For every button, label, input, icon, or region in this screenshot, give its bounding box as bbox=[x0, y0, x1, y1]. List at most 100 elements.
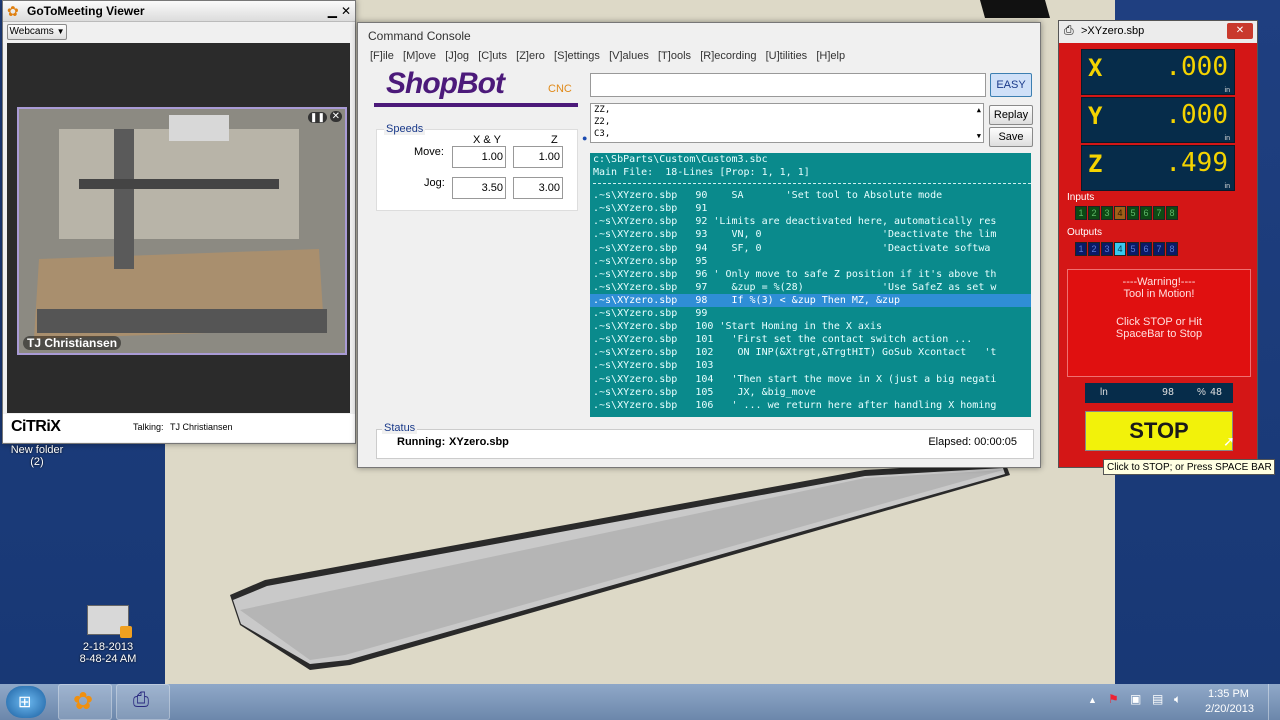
readout-window: ⎙ >XYzero.sbp ✕ X .000 in Y .000 in Z .4… bbox=[1058, 20, 1258, 468]
gotomeeting-titlebar[interactable]: ✿ GoToMeeting Viewer ▁ ✕ bbox=[3, 1, 355, 22]
speeds-panel: Speeds X & Y Z Move: Jog: 1.00 1.00 3.50… bbox=[376, 123, 578, 211]
readout-close-icon[interactable]: ✕ bbox=[1227, 23, 1253, 39]
volume-icon[interactable]: 🔈︎ bbox=[1174, 692, 1181, 707]
menu-values[interactable]: [V]alues bbox=[609, 50, 649, 62]
percent-label: % bbox=[1197, 387, 1206, 398]
speeds-col-xy: X & Y bbox=[473, 134, 501, 146]
flag-icon[interactable]: ⚑ bbox=[1108, 692, 1119, 706]
cursor-icon: ➚ bbox=[1223, 433, 1235, 449]
pause-icon[interactable]: ❚❚ bbox=[307, 112, 327, 123]
clock-date[interactable]: 2/20/2013 bbox=[1205, 703, 1254, 715]
log-line: .~s\XYzero.sbp 106 ' ... we return here … bbox=[593, 399, 997, 411]
jog-xy-field[interactable]: 3.50 bbox=[452, 177, 506, 199]
talking-label: Talking: bbox=[133, 422, 164, 432]
line-value: 98 bbox=[1162, 387, 1175, 398]
menu-settings[interactable]: [S]ettings bbox=[554, 50, 600, 62]
input-indicator: 3 bbox=[1101, 206, 1113, 220]
scroll-down-icon[interactable]: ▼ bbox=[977, 130, 981, 142]
output-indicator: 7 bbox=[1153, 242, 1165, 256]
menu-zero[interactable]: [Z]ero bbox=[516, 50, 545, 62]
webcams-dropdown[interactable]: Webcams ▼ bbox=[7, 24, 67, 40]
scroll-up-icon[interactable]: ▲ bbox=[977, 104, 981, 116]
warning-line: Click STOP or Hit bbox=[1116, 316, 1202, 328]
save-button-label: Save bbox=[998, 131, 1024, 143]
network-icon[interactable]: ▤ bbox=[1152, 692, 1163, 706]
taskbar-gotomeeting[interactable]: ✿ bbox=[58, 684, 112, 720]
y-axis-readout: Y .000 in bbox=[1081, 97, 1235, 143]
menu-recording[interactable]: [R]ecording bbox=[700, 50, 756, 62]
command-console-window: Command Console [F]ile [M]ove [J]og [C]u… bbox=[357, 22, 1041, 468]
gotomeeting-flower-icon: ✿ bbox=[7, 3, 19, 19]
menu-help[interactable]: [H]elp bbox=[816, 50, 845, 62]
input-indicator: 7 bbox=[1153, 206, 1165, 220]
taskbar: ⊞ ✿ ⎙ ▲ ⚑ ▣ ▤ 🔈︎ 1:35 PM 2/20/2013 bbox=[0, 684, 1280, 720]
output-indicator: 6 bbox=[1140, 242, 1152, 256]
minimize-icon[interactable]: ▁ bbox=[328, 1, 337, 21]
z-axis-readout: Z .499 in bbox=[1081, 145, 1235, 191]
menu-jog[interactable]: [J]og bbox=[445, 50, 469, 62]
warning-line: ----Warning!---- bbox=[1122, 276, 1196, 288]
menu-tools[interactable]: [T]ools bbox=[658, 50, 691, 62]
move-xy-field[interactable]: 1.00 bbox=[452, 146, 506, 168]
menu-cuts[interactable]: [C]uts bbox=[478, 50, 507, 62]
stop-button[interactable]: STOP bbox=[1085, 411, 1233, 451]
move-z-value: 1.00 bbox=[538, 151, 560, 163]
shopbot-app-icon: ⎙ bbox=[133, 689, 149, 711]
z-axis-unit: in bbox=[1224, 183, 1230, 190]
close-icon[interactable]: ✕ bbox=[341, 1, 351, 21]
move-z-field[interactable]: 1.00 bbox=[513, 146, 563, 168]
easy-button[interactable]: EASY bbox=[990, 73, 1032, 97]
output-indicator: 3 bbox=[1101, 242, 1113, 256]
menu-file[interactable]: [F]ile bbox=[370, 50, 394, 62]
move-xy-value: 1.00 bbox=[481, 151, 503, 163]
log-header-line: c:\SbParts\Custom\Custom3.sbc bbox=[593, 154, 768, 165]
input-indicator: 6 bbox=[1140, 206, 1152, 220]
display-icon[interactable]: ▣ bbox=[1130, 692, 1141, 706]
focus-dot-icon: ● bbox=[582, 133, 588, 143]
replay-button-label: Replay bbox=[993, 109, 1029, 121]
log-line: .~s\XYzero.sbp 93 VN, 0 'Deactivate the … bbox=[593, 229, 997, 241]
output-indicator: 5 bbox=[1127, 242, 1139, 256]
command-input[interactable] bbox=[590, 73, 986, 97]
show-desktop-button[interactable] bbox=[1268, 684, 1280, 720]
readout-titlebar[interactable]: ⎙ >XYzero.sbp ✕ bbox=[1059, 21, 1257, 43]
windows-logo-icon: ⊞ bbox=[18, 694, 32, 711]
jog-z-field[interactable]: 3.00 bbox=[513, 177, 563, 199]
x-axis-readout: X .000 in bbox=[1081, 49, 1235, 95]
inputs-label: Inputs bbox=[1067, 192, 1095, 203]
folder-count: (2) bbox=[30, 456, 44, 468]
output-indicator-active: 4 bbox=[1114, 242, 1126, 256]
desktop-video-file[interactable]: 2-18-2013 8-48-24 AM bbox=[70, 605, 146, 669]
menu-move[interactable]: [M]ove bbox=[403, 50, 436, 62]
printer-icon: ⎙ bbox=[1064, 23, 1074, 37]
log-line: .~s\XYzero.sbp 103 bbox=[593, 360, 714, 372]
clock-time[interactable]: 1:35 PM bbox=[1208, 688, 1249, 700]
output-indicator: 1 bbox=[1075, 242, 1087, 256]
close-video-icon[interactable]: ✕ bbox=[329, 111, 342, 122]
log-line: .~s\XYzero.sbp 91 bbox=[593, 203, 708, 215]
taskbar-shopbot[interactable]: ⎙ bbox=[116, 684, 170, 720]
start-button[interactable]: ⊞ bbox=[6, 686, 46, 718]
webcams-dropdown-label: Webcams bbox=[9, 26, 54, 37]
video-file-time: 8-48-24 AM bbox=[79, 653, 137, 665]
running-label: Running: bbox=[397, 436, 446, 448]
shopbot-logo-cnc: CNC bbox=[548, 83, 572, 95]
replay-button[interactable]: Replay bbox=[989, 105, 1033, 125]
webcam-video: ❚❚ ✕ TJ Christiansen bbox=[17, 107, 347, 355]
log-line: .~s\XYzero.sbp 97 &zup = %(28) 'Use Safe… bbox=[593, 281, 997, 293]
log-line: .~s\XYzero.sbp 94 SF, 0 'Deactivate soft… bbox=[593, 242, 991, 254]
show-hidden-icons-icon[interactable]: ▲ bbox=[1088, 695, 1097, 705]
menu-utilities[interactable]: [U]tilities bbox=[766, 50, 808, 62]
log-header-line: Main File: 18-Lines [Prop: 1, 1, 1] bbox=[593, 167, 810, 179]
x-axis-unit: in bbox=[1224, 87, 1230, 94]
save-button[interactable]: Save bbox=[989, 127, 1033, 147]
execution-log[interactable]: c:\SbParts\Custom\Custom3.sbc Main File:… bbox=[590, 153, 1031, 417]
log-line: .~s\XYzero.sbp 92 'Limits are deactivate… bbox=[593, 216, 997, 228]
percent-value: 48 bbox=[1210, 387, 1223, 398]
gotomeeting-flower-icon: ✿ bbox=[73, 688, 94, 715]
output-indicator: 2 bbox=[1088, 242, 1100, 256]
command-history[interactable]: ZZ, Z2, C3, ▲ ▼ bbox=[590, 103, 984, 143]
speeds-title: Speeds bbox=[384, 123, 426, 135]
input-indicator-active: 4 bbox=[1114, 206, 1126, 220]
talking-name: TJ Christiansen bbox=[170, 422, 233, 432]
